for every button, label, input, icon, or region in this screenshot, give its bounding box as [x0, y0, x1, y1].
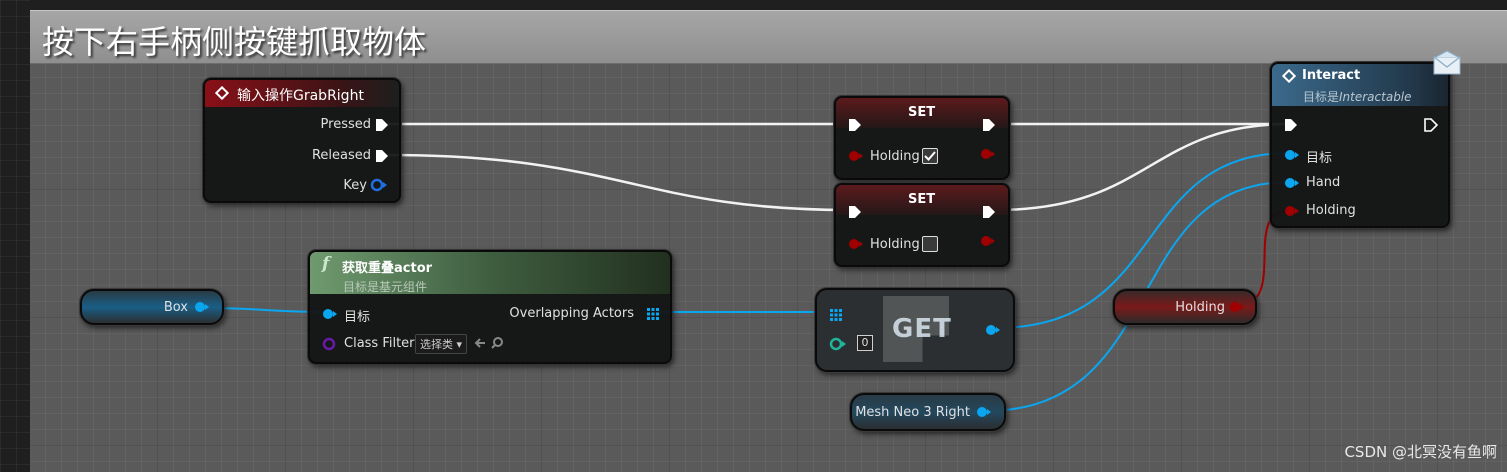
set1-bool-in[interactable] [848, 150, 864, 162]
overlap-subtitle: 目标是基元组件 [343, 280, 428, 294]
set1-exec-in[interactable] [848, 118, 862, 132]
exec-wire-released[interactable] [387, 153, 851, 212]
function-f-icon: f [322, 254, 330, 274]
overlap-target-pin[interactable] [322, 308, 338, 320]
overlap-target-label: 目标 [344, 310, 371, 325]
interact-holding-pin[interactable] [1284, 205, 1300, 217]
interact-hand-pin[interactable] [1284, 177, 1300, 189]
interact-target-pin[interactable] [1284, 149, 1300, 161]
set1-exec-out[interactable] [982, 118, 996, 132]
interact-subtitle: 目标是Interactable [1303, 88, 1412, 105]
holding-bool-pin[interactable] [1229, 301, 1245, 313]
interact-holding-label: Holding [1306, 203, 1356, 218]
class-filter-dropdown[interactable]: 选择类 ▾ [415, 334, 468, 354]
input-action-node[interactable]: 输入操作GrabRight Pressed Released Key [203, 78, 401, 203]
box-variable-node[interactable]: Box [80, 289, 224, 325]
set2-exec-in[interactable] [848, 205, 862, 219]
mesh-object-pin[interactable] [976, 406, 992, 418]
key-label: Key [343, 178, 367, 193]
set2-holding-checkbox[interactable] [922, 236, 938, 252]
blueprint-graph[interactable]: 按下右手柄侧按键抓取物体 输入操作GrabRight Pressed Relea… [0, 0, 1507, 472]
interact-exec-in[interactable] [1284, 118, 1298, 132]
set1-holding-checkbox[interactable] [922, 148, 938, 164]
check-icon [924, 151, 936, 161]
set2-exec-out[interactable] [982, 205, 996, 219]
set2-bool-in[interactable] [848, 238, 864, 250]
event-icon [215, 86, 229, 100]
use-selected-arrow-icon[interactable] [473, 336, 487, 350]
function-diamond-icon [1282, 69, 1296, 83]
overlap-title: 获取重叠actor [342, 261, 433, 276]
overlapping-actors-label: Overlapping Actors [509, 306, 634, 321]
class-filter-value: 选择类 [420, 338, 453, 351]
exec-wire-set2-interact[interactable] [995, 122, 1291, 212]
interact-title: Interact [1302, 68, 1361, 83]
interact-subtitle-prefix: 目标是 [1303, 90, 1340, 104]
csdn-watermark: CSDN @北冥没有鱼啊 [1344, 443, 1497, 461]
class-filter-label: Class Filter [344, 336, 415, 351]
set-holding-false-node[interactable]: SET Holding [834, 183, 1010, 267]
get-output-pin[interactable] [985, 324, 1001, 336]
holding-variable-node[interactable]: Holding [1113, 289, 1257, 325]
get-array-pin[interactable] [829, 308, 843, 322]
released-label: Released [311, 148, 371, 163]
set-node-title: SET [908, 105, 936, 120]
interact-hand-label: Hand [1306, 175, 1341, 190]
released-exec-pin[interactable] [375, 149, 389, 163]
interact-node[interactable]: Interact 目标是Interactable 目标 Hand Holding [1270, 62, 1450, 228]
holding-var-label: Holding [1175, 300, 1225, 315]
get-grid-watermark [883, 296, 949, 362]
array-get-node[interactable]: GET 0 [815, 288, 1015, 372]
interact-exec-out[interactable] [1424, 118, 1438, 132]
box-label: Box [163, 300, 188, 315]
pressed-label: Pressed [320, 117, 371, 132]
overlapping-actors-array-pin[interactable] [646, 307, 660, 321]
get-index-pin[interactable] [829, 337, 847, 351]
get-overlapping-actors-node[interactable]: f 获取重叠actor 目标是基元组件 目标 Class Filter 选择类 … [308, 250, 672, 364]
set2-holding-label: Holding [870, 237, 920, 252]
set-node-title: SET [908, 192, 936, 207]
set1-bool-out[interactable] [980, 148, 996, 160]
interact-target-label: 目标 [1306, 151, 1333, 166]
dropdown-arrow-icon: ▾ [456, 338, 463, 351]
pressed-exec-pin[interactable] [375, 118, 389, 132]
browse-magnifier-icon[interactable] [490, 336, 504, 350]
mesh-variable-node[interactable]: Mesh Neo 3 Right [850, 393, 1006, 431]
class-filter-pin[interactable] [322, 337, 338, 351]
set-holding-true-node[interactable]: SET Holding [834, 96, 1010, 180]
set1-holding-label: Holding [870, 149, 920, 164]
interact-subtitle-class: Interactable [1339, 90, 1412, 104]
mesh-label: Mesh Neo 3 Right [855, 405, 970, 420]
set2-bool-out[interactable] [980, 235, 996, 247]
message-envelope-icon [1433, 50, 1461, 75]
box-object-pin[interactable] [194, 301, 210, 313]
key-struct-pin[interactable] [370, 178, 388, 192]
input-action-title: 输入操作GrabRight [237, 88, 364, 104]
get-index-field[interactable]: 0 [857, 335, 873, 351]
